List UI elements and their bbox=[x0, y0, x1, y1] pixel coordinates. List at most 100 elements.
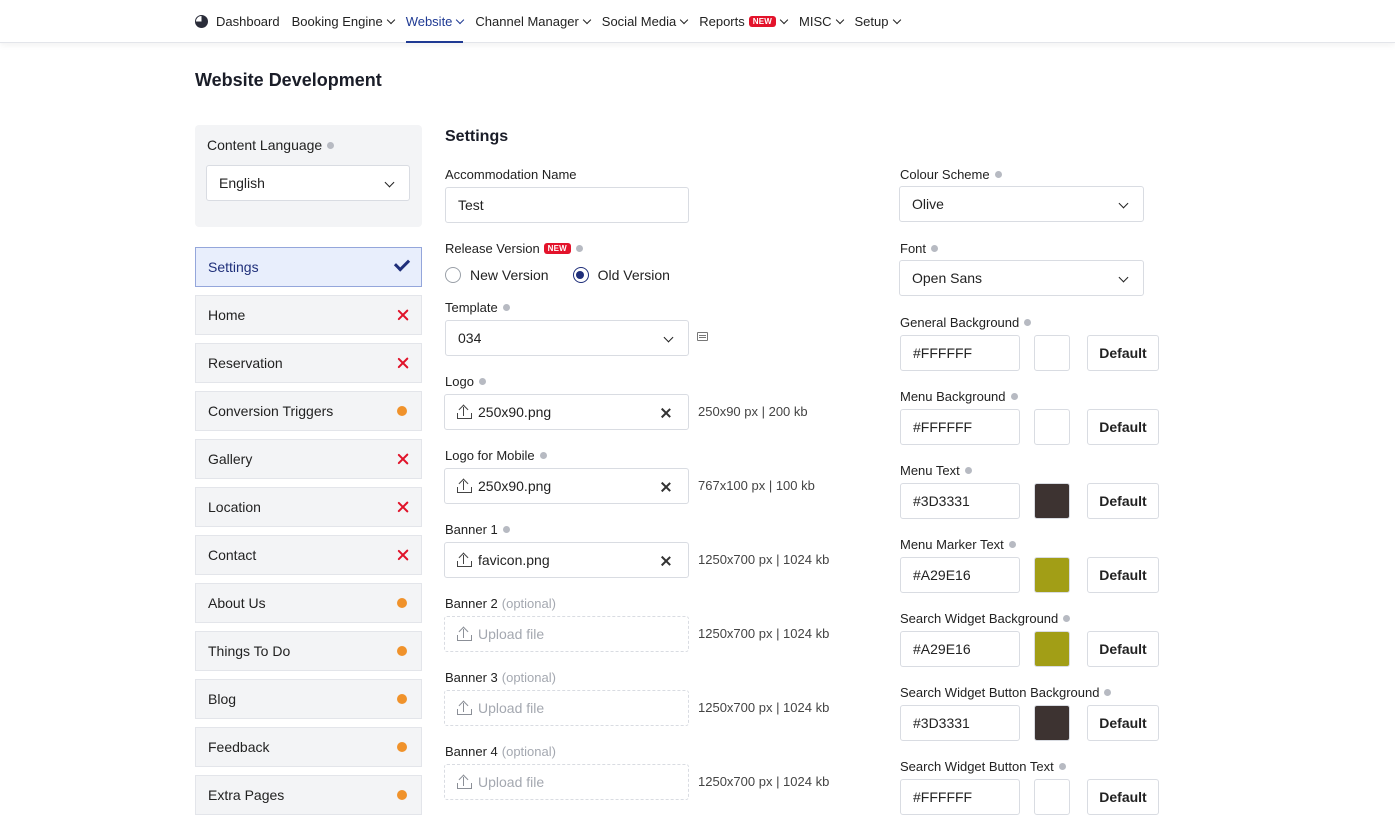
pending-dot-icon bbox=[397, 742, 407, 752]
search-widget-button-background-default-button[interactable]: Default bbox=[1087, 705, 1159, 741]
menu-background-default-button[interactable]: Default bbox=[1087, 409, 1159, 445]
nav-reports[interactable]: Reports NEW bbox=[699, 0, 789, 42]
nav-list: Dashboard Booking Engine Website Channel… bbox=[195, 0, 912, 43]
info-icon[interactable] bbox=[931, 245, 939, 252]
menu-marker-text-label-text: Menu Marker Text bbox=[900, 537, 1004, 552]
banner3-label: Banner 3 (optional) bbox=[445, 670, 556, 685]
colour-scheme-label: Colour Scheme bbox=[900, 167, 1002, 182]
nav-misc-label: MISC bbox=[799, 13, 832, 29]
info-icon[interactable] bbox=[327, 141, 335, 149]
sidebar-item-label: Home bbox=[208, 307, 246, 323]
menu-text-swatch[interactable] bbox=[1034, 483, 1070, 519]
nav-misc[interactable]: MISC bbox=[799, 0, 844, 42]
sidebar-item-location[interactable]: Location bbox=[195, 487, 422, 527]
content-language-select[interactable]: English bbox=[206, 165, 410, 201]
sidebar-item-things-to-do[interactable]: Things To Do bbox=[195, 631, 422, 671]
logo-mobile-file-input[interactable]: 250x90.png bbox=[444, 468, 689, 504]
search-widget-background-swatch[interactable] bbox=[1034, 631, 1070, 667]
nav-setup[interactable]: Setup bbox=[855, 0, 901, 42]
banner2-file-input[interactable]: Upload file bbox=[444, 616, 689, 652]
logo-file-input[interactable]: 250x90.png bbox=[444, 394, 689, 430]
banner3-label-text: Banner 3 bbox=[445, 670, 498, 685]
info-icon[interactable] bbox=[1024, 319, 1032, 326]
info-icon[interactable] bbox=[994, 171, 1002, 178]
remove-file-icon[interactable] bbox=[661, 408, 671, 418]
upload-icon-stem bbox=[463, 407, 465, 416]
info-icon[interactable] bbox=[964, 467, 972, 474]
info-icon[interactable] bbox=[478, 378, 486, 385]
search-widget-background-default-button[interactable]: Default bbox=[1087, 631, 1159, 667]
sidebar-item-conversion-triggers[interactable]: Conversion Triggers bbox=[195, 391, 422, 431]
error-x-icon bbox=[397, 501, 409, 513]
nav-website[interactable]: Website bbox=[405, 0, 465, 43]
accommodation-name-input[interactable]: Test bbox=[445, 187, 689, 223]
sidebar-item-label: Settings bbox=[208, 259, 259, 275]
nav-channel-manager-label: Channel Manager bbox=[475, 13, 579, 29]
search-widget-button-text-swatch[interactable] bbox=[1034, 779, 1070, 815]
radio-old-version[interactable] bbox=[572, 267, 589, 283]
general-background-swatch[interactable] bbox=[1034, 335, 1070, 371]
sidebar-item-extra-pages[interactable]: Extra Pages bbox=[195, 775, 422, 815]
font-value: Open Sans bbox=[912, 270, 983, 286]
sidebar-item-feedback[interactable]: Feedback bbox=[195, 727, 422, 767]
info-icon[interactable] bbox=[1104, 689, 1112, 696]
info-icon[interactable] bbox=[575, 245, 583, 252]
menu-background-swatch[interactable] bbox=[1034, 409, 1070, 445]
search-widget-button-background-input[interactable]: #3D3331 bbox=[900, 705, 1020, 741]
info-icon[interactable] bbox=[502, 304, 510, 311]
search-widget-button-background-swatch[interactable] bbox=[1034, 705, 1070, 741]
nav-social-media[interactable]: Social Media bbox=[601, 0, 689, 42]
radio-new-version[interactable] bbox=[445, 267, 461, 283]
general-background-input[interactable]: #FFFFFF bbox=[900, 335, 1020, 371]
menu-marker-text-input[interactable]: #A29E16 bbox=[900, 557, 1020, 593]
remove-file-icon[interactable] bbox=[661, 482, 671, 492]
chevron-down-icon bbox=[456, 15, 465, 24]
sidebar-item-reservation[interactable]: Reservation bbox=[195, 343, 422, 383]
sidebar-item-label: Blog bbox=[208, 691, 237, 707]
info-icon[interactable] bbox=[1063, 615, 1071, 622]
radio-old-version-label[interactable]: Old Version bbox=[598, 267, 670, 283]
general-background-default-button[interactable]: Default bbox=[1087, 335, 1159, 371]
banner4-file-input[interactable]: Upload file bbox=[444, 764, 689, 800]
font-select[interactable]: Open Sans bbox=[899, 260, 1144, 296]
pending-dot-icon bbox=[397, 598, 407, 608]
banner3-file-input[interactable]: Upload file bbox=[444, 690, 689, 726]
colour-scheme-select[interactable]: Olive bbox=[899, 186, 1144, 222]
info-icon[interactable] bbox=[1008, 541, 1016, 548]
nav-booking-engine[interactable]: Booking Engine bbox=[291, 0, 395, 42]
menu-marker-text-value: #A29E16 bbox=[913, 567, 971, 583]
search-widget-background-input[interactable]: #A29E16 bbox=[900, 631, 1020, 667]
nav-booking-engine-label: Booking Engine bbox=[291, 13, 383, 29]
info-icon[interactable] bbox=[1058, 763, 1066, 770]
search-widget-button-background-label-text: Search Widget Button Background bbox=[900, 685, 1100, 700]
chevron-down-icon bbox=[779, 15, 789, 24]
template-select[interactable]: 034 bbox=[445, 320, 689, 356]
sidebar-item-gallery[interactable]: Gallery bbox=[195, 439, 422, 479]
menu-marker-text-swatch[interactable] bbox=[1034, 557, 1070, 593]
menu-text-default-button[interactable]: Default bbox=[1087, 483, 1159, 519]
nav-dashboard-label: Dashboard bbox=[216, 13, 280, 29]
info-icon[interactable] bbox=[502, 526, 510, 533]
sidebar-item-settings[interactable]: Settings bbox=[195, 247, 422, 287]
sidebar-item-blog[interactable]: Blog bbox=[195, 679, 422, 719]
nav-channel-manager[interactable]: Channel Manager bbox=[475, 0, 592, 42]
template-label-text: Template bbox=[445, 300, 498, 315]
template-preview-icon[interactable] bbox=[697, 332, 708, 341]
sidebar-item-contact[interactable]: Contact bbox=[195, 535, 422, 575]
search-widget-button-text-input[interactable]: #FFFFFF bbox=[900, 779, 1020, 815]
menu-background-input[interactable]: #FFFFFF bbox=[900, 409, 1020, 445]
search-widget-button-text-value: #FFFFFF bbox=[913, 789, 973, 805]
nav-social-media-label: Social Media bbox=[601, 13, 677, 29]
sidebar-item-home[interactable]: Home bbox=[195, 295, 422, 335]
pending-dot-icon bbox=[397, 790, 407, 800]
nav-dashboard[interactable]: Dashboard bbox=[195, 0, 280, 42]
menu-text-input[interactable]: #3D3331 bbox=[900, 483, 1020, 519]
radio-new-version-label[interactable]: New Version bbox=[470, 267, 549, 283]
banner1-file-input[interactable]: favicon.png bbox=[444, 542, 689, 578]
search-widget-button-text-default-button[interactable]: Default bbox=[1087, 779, 1159, 815]
info-icon[interactable] bbox=[539, 452, 547, 459]
menu-marker-text-default-button[interactable]: Default bbox=[1087, 557, 1159, 593]
sidebar-item-about-us[interactable]: About Us bbox=[195, 583, 422, 623]
remove-file-icon[interactable] bbox=[661, 556, 671, 566]
info-icon[interactable] bbox=[1010, 393, 1018, 400]
